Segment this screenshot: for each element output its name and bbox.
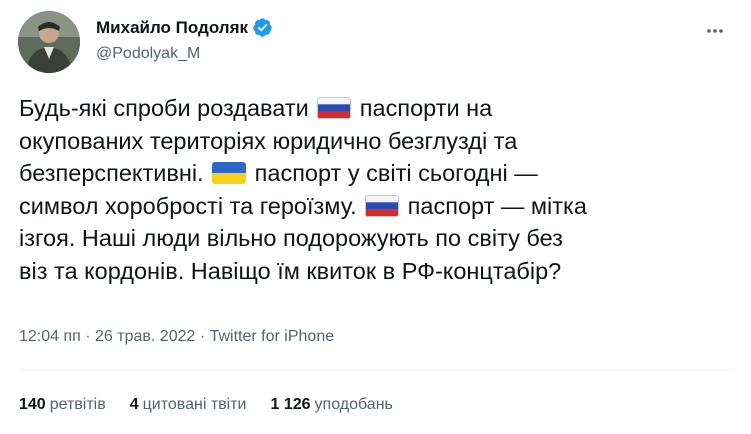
retweets-label: ретвітів	[49, 396, 106, 413]
more-icon	[705, 21, 725, 46]
retweets-count: 140	[19, 396, 46, 413]
tweet-text-line: окупованих територіях юридично безглузді…	[19, 125, 731, 158]
quotes-stat[interactable]: 4 цитовані твіти	[130, 396, 247, 414]
tweet-text-line: ізгоя. Наші люди вільно подорожують по с…	[19, 222, 731, 255]
author-name[interactable]: Михайло Подоляк	[96, 18, 248, 38]
tweet-text-segment: паспорти на	[353, 95, 493, 121]
tweet-text-segment: Будь-які спроби роздавати	[19, 95, 316, 121]
tweet-text-segment: паспорт у світі сьогодні —	[248, 160, 538, 186]
tweet-text-segment: ізгоя. Наші люди вільно подорожують по с…	[19, 225, 563, 251]
likes-label: уподобань	[314, 396, 393, 413]
retweets-stat[interactable]: 140 ретвітів	[19, 396, 106, 414]
author-handle[interactable]: @Podolyak_M	[96, 45, 200, 63]
tweet-text-line: символ хоробрості та героїзму. паспорт —…	[19, 190, 731, 223]
tweet-text-segment: символ хоробрості та героїзму.	[19, 192, 364, 219]
quotes-count: 4	[129, 396, 139, 413]
tweet-text-line: Будь-які спроби роздавати паспорти на	[19, 92, 731, 125]
ukraine-flag-icon	[212, 162, 247, 184]
tweet-text-segment: безперспективні.	[19, 160, 211, 186]
tweet-text-line: безперспективні. паспорт у світі сьогодн…	[19, 157, 731, 190]
tweet-source[interactable]: Twitter for iPhone	[210, 328, 335, 345]
more-options-button[interactable]	[700, 18, 730, 48]
tweet-text-line: віз та кордонів. Навіщо їм квиток в РФ-к…	[19, 255, 731, 288]
tweet-text-segment: паспорт — мітка	[401, 192, 587, 219]
russia-flag-icon	[317, 97, 352, 119]
tweet-stats: 140 ретвітів 4 цитовані твіти 1 126 упод…	[19, 396, 417, 414]
tweet-date[interactable]: 26 трав. 2022	[95, 328, 195, 345]
tweet-text-segment: віз та кордонів. Навіщо їм квиток в РФ-к…	[19, 257, 562, 284]
avatar[interactable]	[18, 11, 80, 73]
russia-flag-icon	[365, 194, 400, 217]
meta-separator: ·	[195, 328, 210, 345]
likes-stat[interactable]: 1 126 уподобань	[271, 396, 393, 414]
tweet-meta: 12:04 пп · 26 трав. 2022 · Twitter for i…	[19, 328, 334, 346]
tweet-time[interactable]: 12:04 пп	[19, 328, 81, 345]
verified-badge-icon	[252, 17, 273, 38]
divider	[19, 370, 731, 371]
tweet-text: Будь-які спроби роздавати паспорти на оку…	[19, 92, 731, 287]
quotes-label: цитовані твіти	[142, 396, 247, 413]
meta-separator: ·	[80, 328, 96, 345]
tweet-text-segment: окупованих територіях юридично безглузді…	[19, 127, 518, 154]
likes-count: 1 126	[270, 396, 311, 413]
author-name-row[interactable]: Михайло Подоляк	[96, 17, 273, 38]
